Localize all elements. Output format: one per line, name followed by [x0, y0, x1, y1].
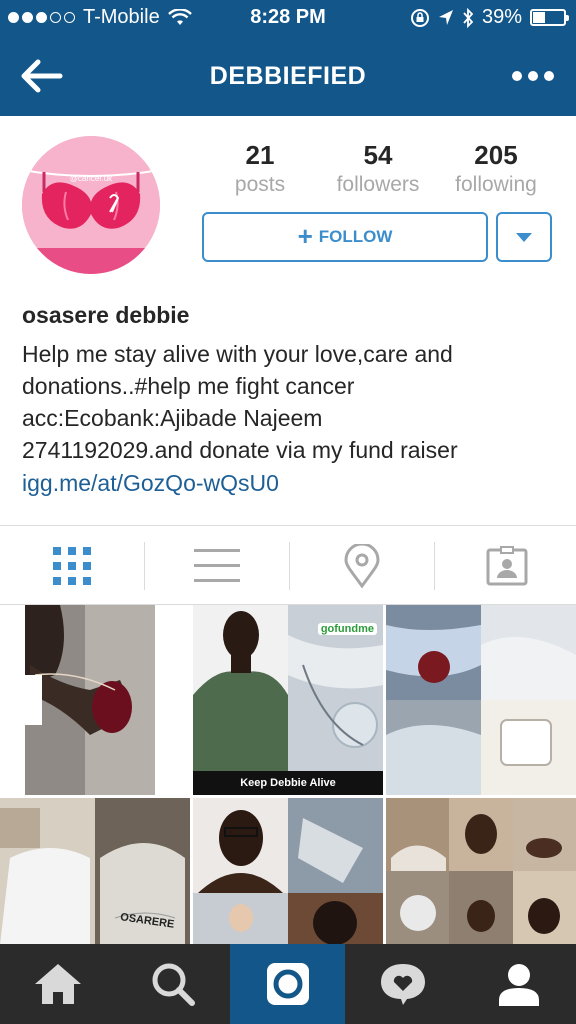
location-pin-icon[interactable] — [290, 528, 434, 604]
tagged-photos-icon[interactable] — [435, 528, 576, 604]
search-icon[interactable] — [115, 944, 230, 1024]
profile-link[interactable]: igg.me/at/GozQo-wQsU0 — [22, 470, 279, 497]
photo-thumbnail[interactable] — [386, 605, 576, 795]
stat-following[interactable]: 205 following — [436, 140, 556, 197]
page-title: DEBBIEFIED — [209, 62, 367, 90]
bio-line: acc:Ecobank:Ajibade Najeem — [22, 405, 323, 431]
stat-value: 205 — [474, 140, 518, 170]
battery-percent: 39% — [481, 6, 522, 28]
avatar-text: @cancer.uk — [70, 174, 113, 183]
battery-icon — [530, 9, 569, 26]
grid-view-icon[interactable] — [0, 528, 144, 604]
stat-value: 54 — [363, 140, 393, 170]
photo-caption: Keep Debbie Alive — [193, 771, 383, 795]
stat-label: posts — [234, 173, 286, 196]
bottom-tab-bar — [0, 944, 576, 1024]
profile-icon[interactable] — [461, 944, 576, 1024]
rotation-lock-icon — [410, 8, 429, 27]
bio-line: 2741192029.and donate via my fund raiser — [22, 437, 458, 463]
avatar-image: @cancer.uk — [22, 136, 160, 274]
navigation-bar: DEBBIEFIED — [0, 38, 576, 116]
photo-thumbnail[interactable]: gofundme Keep Debbie Alive — [193, 605, 383, 795]
follow-button[interactable]: + FOLLOW — [202, 212, 488, 262]
bluetooth-icon — [463, 7, 474, 28]
bio-line: Help me stay alive with your love,care a… — [22, 341, 453, 367]
photo-grid: gofundme Keep Debbie Alive OSARERE — [0, 605, 576, 945]
caret-down-icon — [516, 232, 532, 242]
location-arrow-icon — [438, 9, 453, 25]
stat-label: followers — [336, 173, 420, 196]
avatar[interactable]: @cancer.uk — [22, 136, 160, 274]
profile-name: osasere debbie — [22, 302, 190, 328]
gofundme-label: gofundme — [317, 623, 377, 635]
plus-icon: + — [297, 220, 313, 251]
photo-thumbnail[interactable]: OSARERE — [0, 798, 190, 945]
stat-posts[interactable]: 21 posts — [200, 140, 320, 197]
photo-thumbnail[interactable] — [193, 798, 383, 945]
stat-label: following — [455, 173, 537, 196]
stat-followers[interactable]: 54 followers — [320, 140, 436, 197]
suggestions-dropdown-button[interactable] — [496, 212, 552, 262]
divider — [0, 525, 576, 526]
bio-line: donations..#help me fight cancer — [22, 373, 355, 399]
status-right: 39% — [410, 6, 569, 29]
activity-icon[interactable] — [345, 944, 460, 1024]
stat-value: 21 — [245, 140, 275, 170]
photo-thumbnail[interactable] — [386, 798, 576, 945]
follow-label: FOLLOW — [318, 227, 393, 246]
battery-level — [533, 12, 545, 23]
profile-stats: 21 posts 54 followers 205 following — [200, 140, 556, 197]
view-tabs — [0, 528, 576, 604]
photo-thumbnail[interactable] — [0, 605, 190, 795]
more-dots-icon[interactable] — [512, 71, 554, 81]
home-icon[interactable] — [0, 944, 115, 1024]
profile-bio: Help me stay alive with your love,care a… — [22, 338, 562, 466]
status-bar: T-Mobile 8:28 PM 39% — [0, 0, 576, 38]
list-view-icon[interactable] — [145, 528, 289, 604]
camera-icon[interactable] — [230, 944, 345, 1024]
